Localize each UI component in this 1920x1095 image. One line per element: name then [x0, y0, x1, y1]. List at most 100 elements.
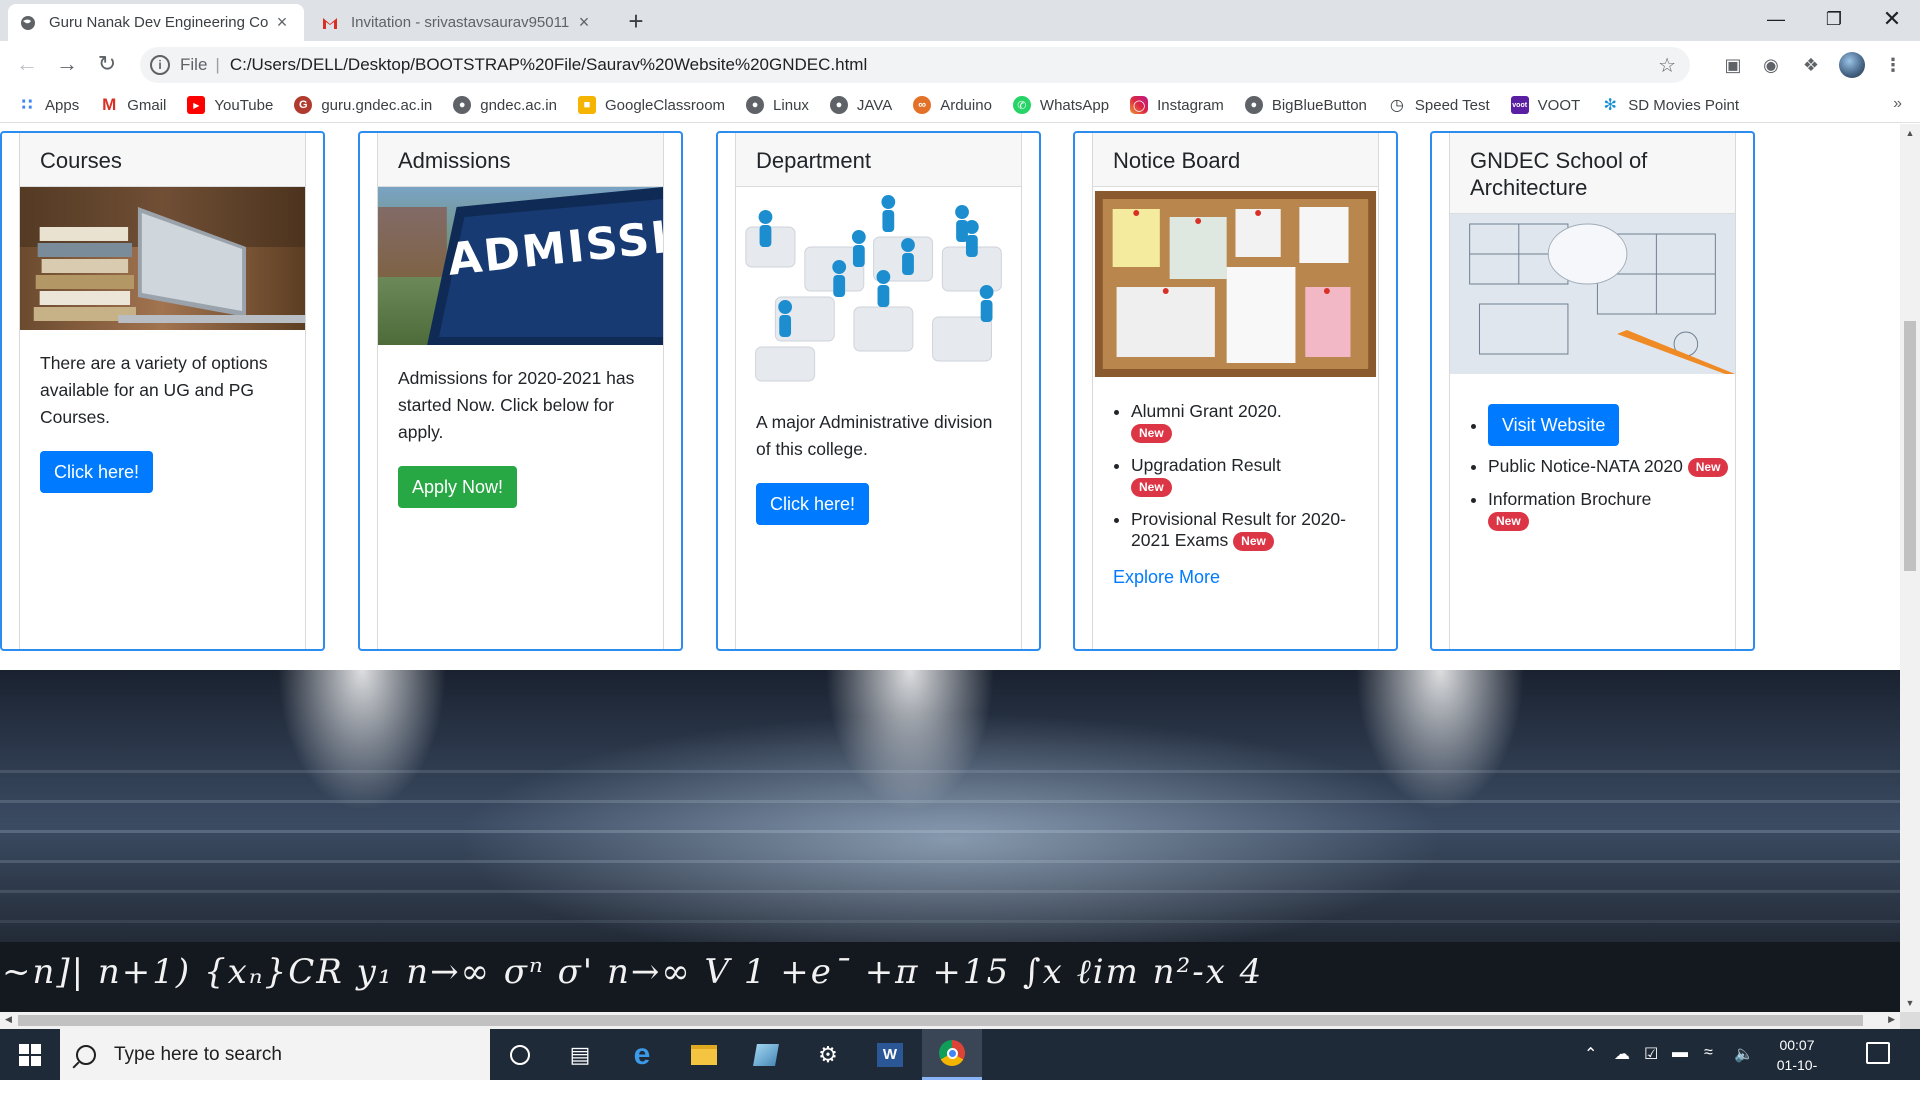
- card-title: Courses: [20, 133, 305, 187]
- puzzle-people-image: [736, 187, 1021, 387]
- start-button[interactable]: [0, 1029, 60, 1080]
- bookmark-star-icon[interactable]: ☆: [1658, 53, 1676, 78]
- card-title: Notice Board: [1093, 133, 1378, 187]
- admissions-sign-image: ADMISSIONS: [378, 187, 663, 345]
- bookmark-googleclassroom[interactable]: ■ GoogleClassroom: [577, 96, 725, 114]
- bookmark-gmail[interactable]: M Gmail: [100, 95, 166, 114]
- show-hidden-icons-icon[interactable]: ⌃: [1584, 1044, 1597, 1064]
- department-click-button[interactable]: Click here!: [756, 483, 870, 525]
- architecture-list: Visit Website Public Notice-NATA 2020 Ne…: [1488, 404, 1735, 531]
- bookmark-voot[interactable]: voot VOOT: [1510, 96, 1580, 114]
- bookmark-guru-gndec[interactable]: G guru.gndec.ac.in: [294, 96, 432, 114]
- vertical-scrollbar[interactable]: ▲ ▼: [1900, 124, 1920, 1012]
- bookmark-arduino[interactable]: ∞ Arduino: [913, 96, 992, 114]
- site-info-icon[interactable]: i: [150, 55, 170, 75]
- volume-icon[interactable]: 🔈: [1734, 1044, 1754, 1064]
- taskbar-search-box[interactable]: Type here to search: [60, 1029, 490, 1080]
- menu-kebab-icon[interactable]: ⋮: [1882, 55, 1904, 75]
- horizontal-scrollbar[interactable]: ◀ ▶: [0, 1012, 1900, 1029]
- horizontal-scroll-thumb[interactable]: [18, 1015, 1863, 1026]
- clock-time: 00:07: [1779, 1037, 1815, 1053]
- books-laptop-image: [20, 187, 305, 330]
- explore-more-link[interactable]: Explore More: [1113, 567, 1220, 587]
- card-title: Department: [736, 133, 1021, 187]
- notice-item[interactable]: Public Notice-NATA 2020 New: [1488, 456, 1735, 477]
- hero-math-text: ~n]| n+1) {xₙ}CR y₁ n→∞ σⁿ σ' n→∞ V 1 +e…: [0, 942, 1900, 1012]
- close-window-button[interactable]: ✕: [1864, 0, 1920, 38]
- new-badge: New: [1131, 423, 1172, 443]
- cortana-icon[interactable]: [490, 1029, 550, 1080]
- extensions-puzzle-icon[interactable]: ❖: [1800, 55, 1822, 75]
- windows-logo-icon: [19, 1043, 41, 1066]
- bookmark-bigbluebutton[interactable]: ● BigBlueButton: [1244, 96, 1367, 114]
- onedrive-cloud-icon[interactable]: ☁: [1614, 1044, 1630, 1064]
- bookmark-label: Linux: [773, 96, 809, 114]
- address-bar[interactable]: i File | C:/Users/DELL/Desktop/BOOTSTRAP…: [140, 47, 1690, 83]
- search-icon: [76, 1044, 96, 1065]
- bookmark-label: Arduino: [940, 96, 992, 114]
- store-app-icon[interactable]: [736, 1029, 796, 1080]
- notice-text: Public Notice-NATA 2020: [1488, 456, 1683, 476]
- bookmark-speedtest[interactable]: ◷ Speed Test: [1388, 96, 1490, 115]
- settings-gear-icon[interactable]: ⚙: [798, 1029, 858, 1080]
- bookmarks-overflow-icon[interactable]: »: [1893, 95, 1902, 113]
- bookmark-youtube[interactable]: ▶ YouTube: [187, 96, 273, 114]
- wifi-icon[interactable]: ≈: [1704, 1044, 1713, 1062]
- bookmark-instagram[interactable]: ◯ Instagram: [1130, 96, 1224, 114]
- bookmark-linux[interactable]: ● Linux: [746, 96, 809, 114]
- card-notice-board: Notice Board Alumni Grant 2020.New: [1073, 131, 1398, 651]
- word-icon[interactable]: W: [860, 1029, 920, 1080]
- bookmark-gndec[interactable]: ● gndec.ac.in: [453, 96, 557, 114]
- apply-now-button[interactable]: Apply Now!: [398, 466, 518, 508]
- minimize-button[interactable]: —: [1748, 0, 1804, 38]
- browser-toolbar: ← → ↻ i File | C:/Users/DELL/Desktop/BOO…: [0, 41, 1920, 88]
- close-tab-icon[interactable]: ×: [272, 12, 292, 33]
- courses-click-button[interactable]: Click here!: [40, 451, 154, 493]
- tab-gndec[interactable]: Guru Nanak Dev Engineering Co ×: [8, 4, 304, 41]
- reading-list-icon[interactable]: ▣: [1722, 55, 1744, 75]
- defender-icon[interactable]: ☑: [1644, 1044, 1658, 1064]
- close-tab-icon[interactable]: ×: [574, 12, 594, 33]
- notice-item[interactable]: Provisional Result for 2020-2021 Exams N…: [1131, 509, 1378, 551]
- scroll-left-arrow-icon[interactable]: ◀: [5, 1014, 12, 1025]
- tab-title: Guru Nanak Dev Engineering Co: [49, 14, 269, 31]
- scroll-up-arrow-icon[interactable]: ▲: [1900, 128, 1920, 138]
- back-button[interactable]: ←: [12, 49, 42, 79]
- scroll-right-arrow-icon[interactable]: ▶: [1888, 1014, 1895, 1025]
- taskbar-clock[interactable]: 00:07 01-10-2020: [1762, 1035, 1832, 1095]
- profile-avatar[interactable]: [1839, 52, 1865, 78]
- forward-button[interactable]: →: [52, 49, 82, 79]
- windows-taskbar: Type here to search ▤ e ⚙ W ⌃ ☁ ☑ ▬ ≈ 🔈 …: [0, 1029, 1920, 1093]
- visit-website-button[interactable]: Visit Website: [1488, 404, 1620, 446]
- bookmark-apps[interactable]: ∷ Apps: [18, 96, 79, 115]
- restore-button[interactable]: ❐: [1806, 0, 1862, 38]
- notice-item[interactable]: Upgradation ResultNew: [1131, 455, 1378, 497]
- camera-icon[interactable]: ◉: [1760, 55, 1782, 75]
- new-badge: New: [1687, 457, 1729, 477]
- notice-item[interactable]: Alumni Grant 2020.New: [1131, 401, 1378, 443]
- tab-strip: Guru Nanak Dev Engineering Co × Invitati…: [0, 0, 1920, 41]
- edge-icon[interactable]: e: [612, 1029, 672, 1080]
- new-tab-button[interactable]: +: [622, 8, 650, 36]
- file-explorer-icon[interactable]: [674, 1029, 734, 1080]
- chrome-icon[interactable]: [922, 1029, 982, 1080]
- address-url: C:/Users/DELL/Desktop/BOOTSTRAP%20File/S…: [229, 55, 868, 74]
- tab-gmail-invitation[interactable]: Invitation - srivastavsaurav95011 ×: [310, 4, 606, 41]
- bookmark-whatsapp[interactable]: ✆ WhatsApp: [1012, 96, 1109, 114]
- notice-item[interactable]: Information BrochureNew: [1488, 489, 1735, 531]
- vertical-scroll-thumb[interactable]: [1904, 321, 1916, 571]
- task-view-icon[interactable]: ▤: [550, 1029, 610, 1080]
- battery-icon[interactable]: ▬: [1672, 1044, 1688, 1062]
- bookmark-label: SD Movies Point: [1628, 96, 1740, 114]
- arduino-icon: ∞: [913, 96, 932, 114]
- whatsapp-icon: ✆: [1012, 96, 1031, 114]
- address-separator: |: [215, 55, 220, 74]
- bookmark-label: gndec.ac.in: [480, 96, 557, 114]
- bookmark-java[interactable]: ● JAVA: [829, 96, 892, 114]
- bookmark-sdmovies[interactable]: ✻ SD Movies Point: [1601, 96, 1740, 115]
- scroll-down-arrow-icon[interactable]: ▼: [1900, 998, 1920, 1008]
- youtube-icon: ▶: [187, 96, 206, 114]
- action-center-icon[interactable]: [1866, 1042, 1890, 1064]
- classroom-icon: ■: [577, 96, 596, 114]
- reload-button[interactable]: ↻: [92, 49, 122, 79]
